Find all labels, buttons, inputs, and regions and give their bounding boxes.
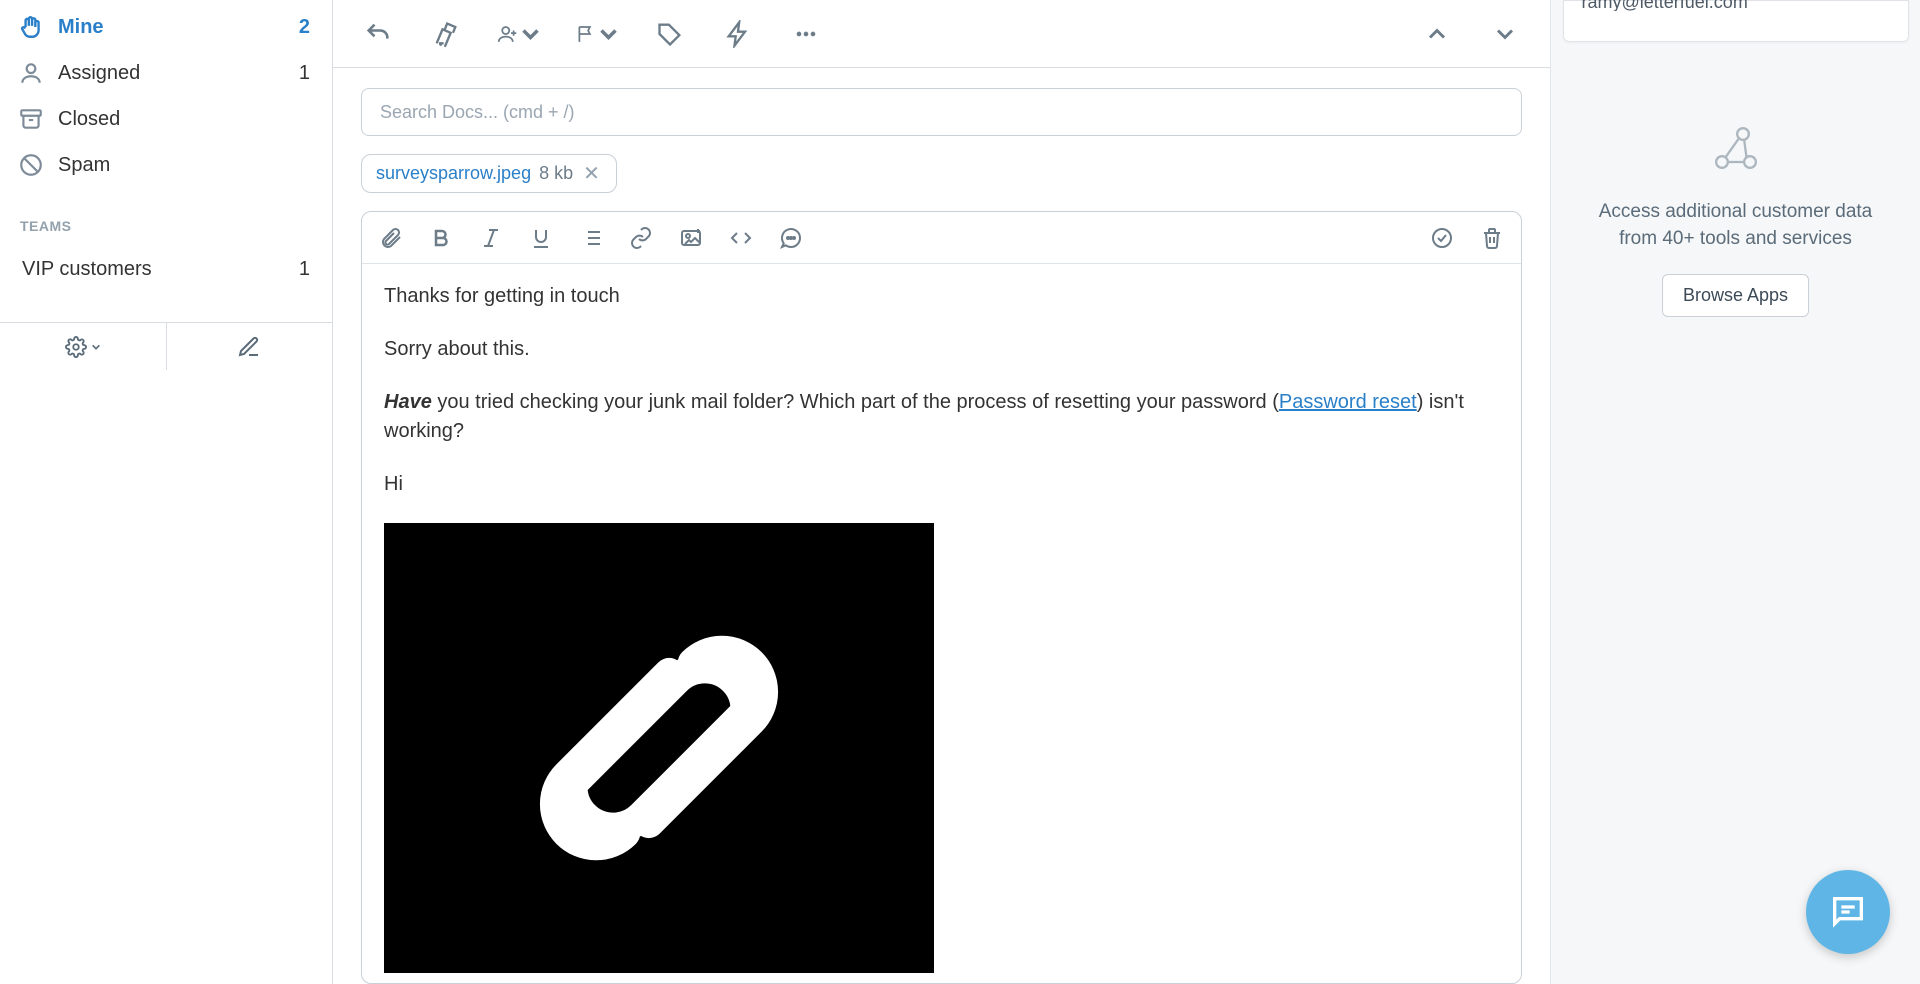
sidebar-item-mine[interactable]: Mine 2 bbox=[0, 4, 332, 50]
paragraph: Hi bbox=[384, 470, 1499, 499]
compose-area: surveysparrow.jpeg 8 kb ✕ bbox=[333, 68, 1550, 984]
check-button[interactable] bbox=[1427, 223, 1457, 253]
bold-text: Have bbox=[384, 391, 432, 413]
sidebar-item-vip-customers[interactable]: VIP customers 1 bbox=[0, 248, 332, 291]
sidebar-item-closed[interactable]: Closed bbox=[0, 96, 332, 142]
apps-promo: Access additional customer data from 40+… bbox=[1551, 120, 1920, 317]
user-icon bbox=[18, 60, 44, 86]
remove-attachment-icon[interactable]: ✕ bbox=[581, 164, 602, 184]
help-fab[interactable] bbox=[1806, 870, 1890, 954]
teams-list: VIP customers 1 bbox=[0, 244, 332, 295]
sidebar-item-spam[interactable]: Spam bbox=[0, 142, 332, 188]
sidebar-item-assigned[interactable]: Assigned 1 bbox=[0, 50, 332, 96]
next-conversation-button[interactable] bbox=[1488, 17, 1522, 51]
teams-heading: TEAMS bbox=[0, 192, 332, 244]
trash-button[interactable] bbox=[1477, 223, 1507, 253]
editor-body[interactable]: Thanks for getting in touch Sorry about … bbox=[362, 264, 1521, 983]
sidebar-item-label: VIP customers bbox=[22, 258, 152, 281]
sidebar: Mine 2 Assigned 1 Closed Spam TEAMS bbox=[0, 0, 333, 984]
archive-icon bbox=[18, 106, 44, 132]
more-button[interactable] bbox=[789, 17, 823, 51]
paragraph: Sorry about this. bbox=[384, 335, 1499, 364]
quote-button[interactable] bbox=[776, 223, 806, 253]
code-button[interactable] bbox=[726, 223, 756, 253]
embedded-image bbox=[384, 523, 934, 973]
image-button[interactable] bbox=[676, 223, 706, 253]
workflow-button[interactable] bbox=[721, 17, 755, 51]
block-icon bbox=[18, 152, 44, 178]
undo-button[interactable] bbox=[361, 17, 395, 51]
sidebar-item-count: 1 bbox=[299, 258, 310, 281]
clean-button[interactable] bbox=[429, 17, 463, 51]
link-button[interactable] bbox=[626, 223, 656, 253]
sidebar-item-count: 2 bbox=[299, 16, 310, 39]
underline-button[interactable] bbox=[526, 223, 556, 253]
chat-icon bbox=[1828, 892, 1868, 932]
customer-email: ramy@letterfuel.com bbox=[1582, 0, 1748, 11]
attach-button[interactable] bbox=[376, 223, 406, 253]
network-icon bbox=[1708, 120, 1764, 181]
assign-button[interactable] bbox=[497, 17, 541, 51]
compose-button[interactable] bbox=[166, 323, 333, 370]
italic-button[interactable] bbox=[476, 223, 506, 253]
sidebar-item-label: Mine bbox=[58, 16, 104, 39]
text-run: you tried checking your junk mail folder… bbox=[432, 391, 1279, 413]
settings-button[interactable] bbox=[0, 323, 166, 370]
tag-button[interactable] bbox=[653, 17, 687, 51]
attachment-chip[interactable]: surveysparrow.jpeg 8 kb ✕ bbox=[361, 154, 617, 193]
customer-card[interactable]: ramy@letterfuel.com bbox=[1563, 0, 1909, 42]
editor: Thanks for getting in touch Sorry about … bbox=[361, 211, 1522, 984]
apps-promo-text: Access additional customer data from 40+… bbox=[1591, 199, 1880, 252]
list-button[interactable] bbox=[576, 223, 606, 253]
right-panel: ramy@letterfuel.com Access additional cu… bbox=[1550, 0, 1920, 984]
sidebar-item-label: Closed bbox=[58, 108, 120, 131]
attachment-row: surveysparrow.jpeg 8 kb ✕ bbox=[361, 154, 1522, 193]
attachment-size: 8 kb bbox=[539, 163, 573, 184]
bold-button[interactable] bbox=[426, 223, 456, 253]
hand-icon bbox=[18, 14, 44, 40]
paragraph: Thanks for getting in touch bbox=[384, 282, 1499, 311]
conversation-toolbar bbox=[333, 0, 1550, 68]
browse-apps-button[interactable]: Browse Apps bbox=[1662, 274, 1809, 317]
search-docs-input[interactable] bbox=[361, 88, 1522, 136]
sidebar-footer bbox=[0, 322, 332, 370]
prev-conversation-button[interactable] bbox=[1420, 17, 1454, 51]
sidebar-item-label: Spam bbox=[58, 154, 110, 177]
editor-toolbar bbox=[362, 212, 1521, 264]
status-button[interactable] bbox=[575, 17, 619, 51]
paragraph: Have you tried checking your junk mail f… bbox=[384, 388, 1499, 446]
squarespace-logo-icon bbox=[489, 578, 829, 918]
sidebar-item-count: 1 bbox=[299, 62, 310, 85]
password-reset-link[interactable]: Password reset bbox=[1279, 391, 1417, 413]
sidebar-nav: Mine 2 Assigned 1 Closed Spam bbox=[0, 0, 332, 192]
sidebar-item-label: Assigned bbox=[58, 62, 140, 85]
conversation-panel: surveysparrow.jpeg 8 kb ✕ bbox=[333, 0, 1550, 984]
attachment-name: surveysparrow.jpeg bbox=[376, 163, 531, 184]
